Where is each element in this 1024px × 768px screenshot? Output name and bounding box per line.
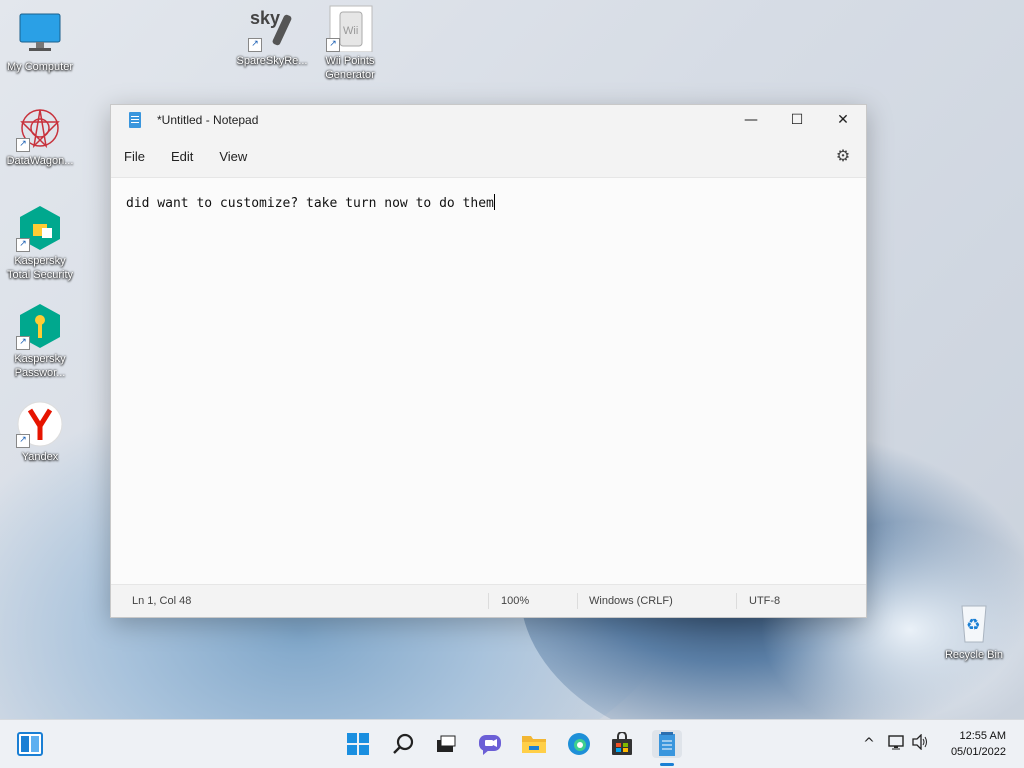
shortcut-arrow-icon: ↗ <box>16 238 30 252</box>
desktop-icon-my-computer[interactable]: My Computer <box>0 10 80 74</box>
file-explorer-icon[interactable] <box>520 730 548 758</box>
task-view-icon[interactable] <box>432 730 460 758</box>
status-bar: Ln 1, Col 48 100% Windows (CRLF) UTF-8 <box>111 584 866 617</box>
close-button[interactable]: ✕ <box>820 105 866 135</box>
monitor-icon <box>16 10 64 58</box>
menu-bar: File Edit View ⚙ <box>111 135 866 178</box>
wii-icon: Wii ↗ <box>326 4 374 53</box>
recycle-bin-icon: ♻ <box>950 598 998 646</box>
desktop-icon-recycle-bin[interactable]: ♻ Recycle Bin <box>934 598 1014 662</box>
search-icon[interactable] <box>389 730 417 758</box>
notepad-window: *Untitled - Notepad — ☐ ✕ File Edit View… <box>110 104 867 618</box>
volume-icon[interactable] <box>912 733 930 754</box>
text-caret <box>493 194 495 210</box>
desktop-icon-label: My Computer <box>6 61 74 73</box>
menu-view[interactable]: View <box>206 149 260 164</box>
desktop-icon-label: Kaspersky Total Security <box>6 255 74 281</box>
desktop-icon-label: Wii Points Generator <box>325 55 375 81</box>
desktop-icon-kaspersky-total-security[interactable]: ↗ Kaspersky Total Security <box>0 204 80 282</box>
svg-text:♻: ♻ <box>966 615 980 634</box>
desktop-icon-spareskyre[interactable]: sky ↗ SpareSkyRe... <box>232 4 312 68</box>
gear-icon[interactable]: ⚙ <box>834 147 852 165</box>
shortcut-arrow-icon: ↗ <box>326 38 340 52</box>
desktop-icon-datawagon[interactable]: ↗ DataWagon... <box>0 104 80 168</box>
title-bar[interactable]: *Untitled - Notepad — ☐ ✕ <box>111 105 866 135</box>
clock[interactable]: 12:55 AM 05/01/2022 <box>951 728 1006 760</box>
widgets-icon[interactable] <box>16 730 44 758</box>
status-zoom: 100% <box>501 595 530 607</box>
editor-content: did want to customize? take turn now to … <box>126 196 494 211</box>
desktop-icon-label: Yandex <box>21 451 59 463</box>
shortcut-arrow-icon: ↗ <box>16 336 30 350</box>
svg-text:sky: sky <box>250 8 280 28</box>
desktop-icon-kaspersky-password[interactable]: ↗ Kaspersky Passwor... <box>0 302 80 380</box>
desktop-icon-label: SpareSkyRe... <box>236 55 308 67</box>
notepad-icon[interactable] <box>652 730 682 758</box>
chat-icon[interactable] <box>476 730 504 758</box>
start-icon[interactable] <box>344 730 372 758</box>
desktop-icon-yandex[interactable]: ↗ Yandex <box>0 400 80 464</box>
chevron-up-icon[interactable]: ^ <box>860 736 878 752</box>
status-line-ending: Windows (CRLF) <box>589 595 673 607</box>
datawagon-icon: ↗ <box>16 104 64 152</box>
active-app-indicator <box>660 763 674 766</box>
notepad-app-icon <box>129 112 141 128</box>
sky-remote-icon: sky ↗ <box>248 4 296 52</box>
taskbar: ^ 12:55 AM 05/01/2022 <box>0 719 1024 768</box>
store-icon[interactable] <box>608 730 636 758</box>
shortcut-arrow-icon: ↗ <box>248 38 262 52</box>
status-encoding: UTF-8 <box>749 595 781 607</box>
clock-time: 12:55 AM <box>959 730 1006 742</box>
shortcut-arrow-icon: ↗ <box>16 138 30 152</box>
window-title: *Untitled - Notepad <box>157 113 259 127</box>
clock-date: 05/01/2022 <box>950 746 1006 758</box>
system-tray: ^ <box>860 720 930 768</box>
maximize-button[interactable]: ☐ <box>774 105 820 135</box>
desktop-icon-label: Recycle Bin <box>944 649 1004 661</box>
shortcut-arrow-icon: ↗ <box>16 434 30 448</box>
kaspersky-shield-icon: ↗ <box>16 204 64 252</box>
desktop-icon-label: Kaspersky Passwor... <box>14 353 66 379</box>
desktop-icon-wii-points[interactable]: Wii ↗ Wii Points Generator <box>310 4 390 82</box>
text-editor[interactable]: did want to customize? take turn now to … <box>111 178 866 585</box>
status-position: Ln 1, Col 48 <box>132 595 192 607</box>
menu-edit[interactable]: Edit <box>158 149 206 164</box>
menu-file[interactable]: File <box>111 149 158 164</box>
yandex-icon: ↗ <box>16 400 64 448</box>
network-icon[interactable] <box>888 734 906 754</box>
minimize-button[interactable]: — <box>728 105 774 135</box>
edge-icon[interactable] <box>565 730 593 758</box>
kaspersky-key-icon: ↗ <box>16 302 64 350</box>
svg-text:Wii: Wii <box>343 25 358 37</box>
desktop-icon-label: DataWagon... <box>6 155 74 167</box>
